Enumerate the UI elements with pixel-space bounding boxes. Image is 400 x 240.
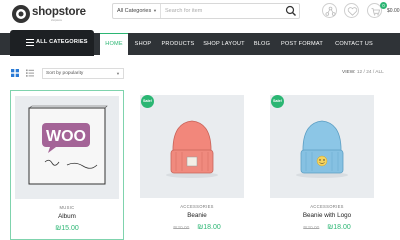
view-count-label: VIEW: (342, 70, 356, 75)
brand-tagline: shopstore (51, 19, 62, 22)
product-price-current: ₪15.00 (55, 225, 79, 232)
product-price-current: ₪18.00 (327, 224, 351, 231)
product-price: ₪15.00 (11, 225, 123, 232)
product-price-old: ₪20.00 (303, 226, 320, 231)
product-price-current: ₪18.00 (197, 224, 221, 231)
product-image-beanie[interactable] (140, 95, 244, 198)
nav-item-post-format[interactable]: POST FORMAT (279, 33, 325, 55)
view-count: VIEW: 12 / 24 / ALL (342, 70, 384, 75)
search-category-select[interactable]: All Categories ▼ (113, 4, 161, 18)
nav-item-shop-layout[interactable]: SHOP LAYOUT (200, 33, 248, 55)
album-cover-image: WOO (28, 105, 108, 185)
grid-view-icon[interactable] (11, 69, 19, 77)
product-category: ACCESSORIES (310, 204, 344, 209)
beanie-with-logo-image (296, 120, 348, 178)
logo[interactable]: shopstore shopstore (11, 4, 91, 24)
product-image-album[interactable]: WOO (15, 96, 119, 199)
logo-mark-icon (12, 5, 30, 23)
compare-icon (325, 6, 336, 16)
heart-icon (347, 7, 358, 16)
product-price: ₪20.00 ₪18.00 (270, 224, 384, 231)
product-price: ₪20.00 ₪18.00 (140, 224, 254, 231)
list-view-icon[interactable] (26, 69, 34, 77)
search-bar: All Categories ▼ (112, 3, 300, 19)
product-price-old: ₪20.00 (173, 226, 190, 231)
cart-icon (371, 8, 381, 16)
search-category-label: All Categories (117, 8, 152, 14)
search-input[interactable] (165, 5, 285, 17)
product-card-beanie-with-logo[interactable]: Sale! ACCESSORIES Beanie with Logo ₪20.0… (270, 90, 384, 240)
all-categories-label: ALL CATEGORIES (36, 39, 88, 45)
product-category: MUSIC (59, 205, 75, 210)
nav-item-contact-us[interactable]: CONTACT US (330, 33, 378, 55)
product-card-album[interactable]: WOO MUSIC Album ₪15.00 (10, 90, 124, 240)
beanie-image (166, 120, 218, 178)
chevron-down-icon: ▼ (116, 71, 120, 76)
product-name[interactable]: Album (11, 213, 123, 220)
compare-button[interactable] (322, 3, 337, 18)
sale-badge: Sale! (271, 95, 284, 108)
header: shopstore shopstore All Categories ▼ Sea… (0, 0, 400, 30)
all-categories-button[interactable]: ALL CATEGORIES (10, 30, 94, 56)
sort-select[interactable]: Sort by popularity ▼ (42, 68, 124, 79)
brand-name: shopstore (32, 6, 86, 18)
product-name[interactable]: Beanie with Logo (270, 212, 384, 219)
view-count-options[interactable]: 12 / 24 / ALL (357, 70, 384, 75)
sale-badge: Sale! (141, 95, 154, 108)
svg-text:WOO: WOO (46, 128, 86, 145)
sort-select-label: Sort by popularity (46, 71, 84, 76)
product-name[interactable]: Beanie (140, 212, 254, 219)
product-image-beanie-with-logo[interactable] (270, 95, 374, 198)
hamburger-icon (26, 39, 34, 46)
cart-count-badge: 0 (380, 2, 387, 9)
nav-item-shop[interactable]: SHOP (130, 33, 156, 55)
chevron-down-icon: ▼ (153, 8, 157, 13)
nav-item-products[interactable]: PRODUCTS (159, 33, 197, 55)
product-category: ACCESSORIES (180, 204, 214, 209)
nav-item-blog[interactable]: BLOG (251, 33, 273, 55)
cart-total: $0.00 (387, 8, 400, 14)
search-icon[interactable] (285, 5, 297, 17)
nav-item-home[interactable]: HOME (100, 33, 128, 55)
product-card-beanie[interactable]: Sale! ACCESSORIES Beanie ₪20.00 ₪18.00 (140, 90, 254, 240)
wishlist-button[interactable] (344, 3, 359, 18)
